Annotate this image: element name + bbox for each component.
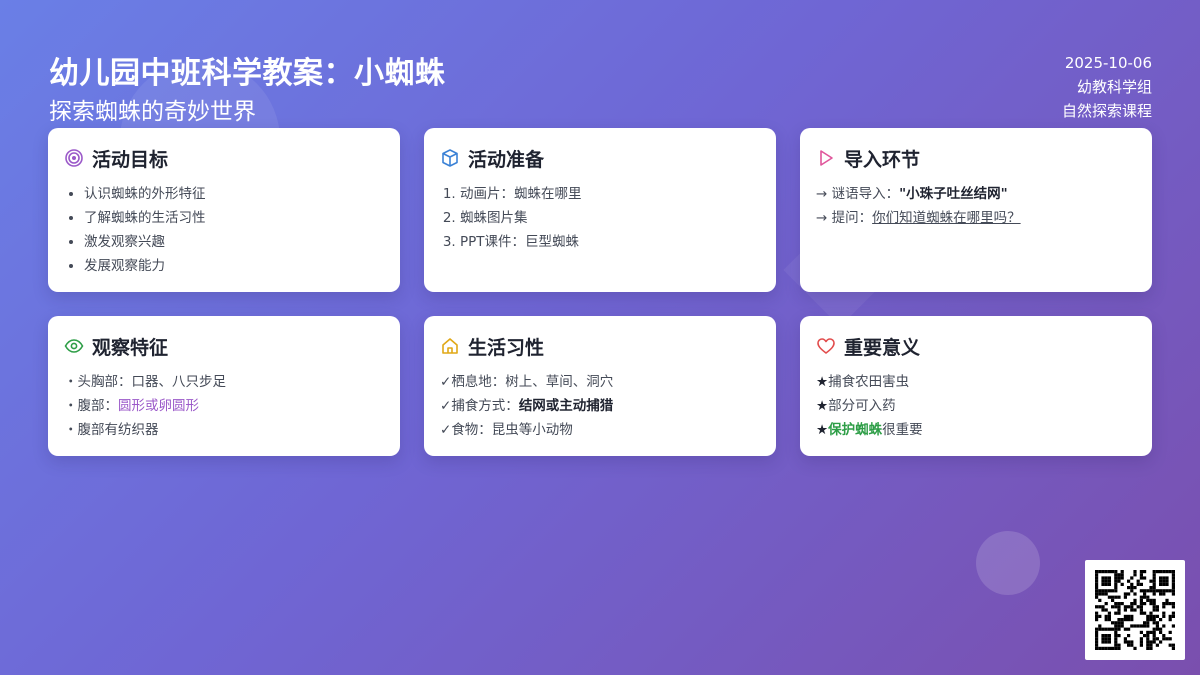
star-icon: ★ bbox=[816, 398, 829, 414]
highlight-text: 圆形或卵圆形 bbox=[118, 398, 199, 414]
list-item: ★ 部分可入药 bbox=[816, 394, 1136, 418]
card-title: 观察特征 bbox=[92, 336, 169, 359]
list-item: ・ 腹部有纺织器 bbox=[64, 418, 384, 442]
item-text: 捕食方式： bbox=[451, 398, 519, 414]
bullet-icon: ・ bbox=[64, 398, 78, 414]
star-icon: ★ bbox=[816, 374, 829, 390]
item-text: 食物：昆虫等小动物 bbox=[451, 422, 573, 438]
item-text: 腹部： bbox=[77, 398, 119, 414]
list-item: PPT课件：巨型蜘蛛 bbox=[460, 230, 760, 254]
item-text: 部分可入药 bbox=[828, 398, 896, 414]
list-item: ・ 腹部： 圆形或卵圆形 bbox=[64, 394, 384, 418]
check-icon: ✓ bbox=[440, 422, 452, 438]
bullet-icon: ・ bbox=[64, 374, 78, 390]
card-title: 生活习性 bbox=[468, 336, 545, 359]
card-activity-prep: 活动准备 动画片：蜘蛛在哪里 蜘蛛图片集 PPT课件：巨型蜘蛛 bbox=[424, 128, 776, 292]
card-observation-features: 观察特征 ・ 头胸部：口器、八只步足 ・ 腹部： 圆形或卵圆形 ・ 腹部有纺织器 bbox=[48, 316, 400, 456]
item-text: 栖息地：树上、草间、洞穴 bbox=[451, 374, 614, 390]
card-title: 活动目标 bbox=[92, 148, 169, 171]
highlight-text: 结网或主动捕猎 bbox=[518, 398, 614, 414]
qr-code-icon bbox=[1085, 560, 1185, 660]
list-item: ★ 保护蜘蛛 很重要 bbox=[816, 418, 1136, 442]
item-text: 捕食农田害虫 bbox=[828, 374, 910, 390]
card-title: 重要意义 bbox=[844, 336, 921, 359]
item-text: 很重要 bbox=[882, 422, 923, 438]
list-item: ✓ 栖息地：树上、草间、洞穴 bbox=[440, 370, 760, 394]
course-label: 自然探索课程 bbox=[1061, 102, 1152, 120]
list-item: 蜘蛛图片集 bbox=[460, 206, 760, 230]
bullet-icon: ・ bbox=[64, 422, 78, 438]
card-introduction: 导入环节 → 谜语导入： "小珠子吐丝结网" → 提问： 你们知道蜘蛛在哪里吗？ bbox=[800, 128, 1152, 292]
page-title: 幼儿园中班科学教案：小蜘蛛 bbox=[49, 56, 446, 91]
card-activity-goals: 活动目标 认识蜘蛛的外形特征 了解蜘蛛的生活习性 激发观察兴趣 发展观察能力 bbox=[48, 128, 400, 292]
decorative-circle bbox=[976, 531, 1040, 595]
riddle-text: "小珠子吐丝结网" bbox=[899, 186, 1008, 202]
list-item: 动画片：蜘蛛在哪里 bbox=[460, 182, 760, 206]
check-icon: ✓ bbox=[440, 398, 452, 414]
star-icon: ★ bbox=[816, 422, 829, 438]
list-item: ・ 头胸部：口器、八只步足 bbox=[64, 370, 384, 394]
card-living-habits: 生活习性 ✓ 栖息地：树上、草间、洞穴 ✓ 捕食方式： 结网或主动捕猎 ✓ 食物… bbox=[424, 316, 776, 456]
list-item: 了解蜘蛛的生活习性 bbox=[84, 206, 384, 230]
eye-icon bbox=[64, 336, 84, 356]
highlight-text: 保护蜘蛛 bbox=[828, 422, 883, 438]
item-text: 腹部有纺织器 bbox=[77, 422, 159, 438]
list-item: 发展观察能力 bbox=[84, 254, 384, 278]
card-title: 活动准备 bbox=[468, 148, 545, 171]
question-link[interactable]: 你们知道蜘蛛在哪里吗？ bbox=[872, 206, 1021, 230]
line-prefix: → 提问： bbox=[816, 210, 873, 226]
date-label: 2025-10-06 bbox=[1064, 54, 1152, 72]
home-icon bbox=[440, 336, 460, 356]
check-icon: ✓ bbox=[440, 374, 452, 390]
list-item: 激发观察兴趣 bbox=[84, 230, 384, 254]
item-text: 头胸部：口器、八只步足 bbox=[77, 374, 227, 390]
intro-riddle-line: → 谜语导入： "小珠子吐丝结网" bbox=[816, 182, 1136, 206]
list-item: ★ 捕食农田害虫 bbox=[816, 370, 1136, 394]
list-item: ✓ 食物：昆虫等小动物 bbox=[440, 418, 760, 442]
box-icon bbox=[440, 148, 460, 168]
play-icon bbox=[816, 148, 836, 168]
header-meta: 2025-10-06 幼教科学组 自然探索课程 bbox=[1062, 51, 1152, 123]
page-subtitle: 探索蜘蛛的奇妙世界 bbox=[49, 99, 256, 125]
intro-question-line: → 提问： 你们知道蜘蛛在哪里吗？ bbox=[816, 206, 1136, 230]
list-item: ✓ 捕食方式： 结网或主动捕猎 bbox=[440, 394, 760, 418]
heart-icon bbox=[816, 336, 836, 356]
list-item: 认识蜘蛛的外形特征 bbox=[84, 182, 384, 206]
target-icon bbox=[64, 148, 84, 168]
line-prefix: → 谜语导入： bbox=[816, 186, 900, 202]
card-title: 导入环节 bbox=[844, 148, 921, 171]
card-importance: 重要意义 ★ 捕食农田害虫 ★ 部分可入药 ★ 保护蜘蛛 很重要 bbox=[800, 316, 1152, 456]
group-label: 幼教科学组 bbox=[1076, 78, 1152, 96]
